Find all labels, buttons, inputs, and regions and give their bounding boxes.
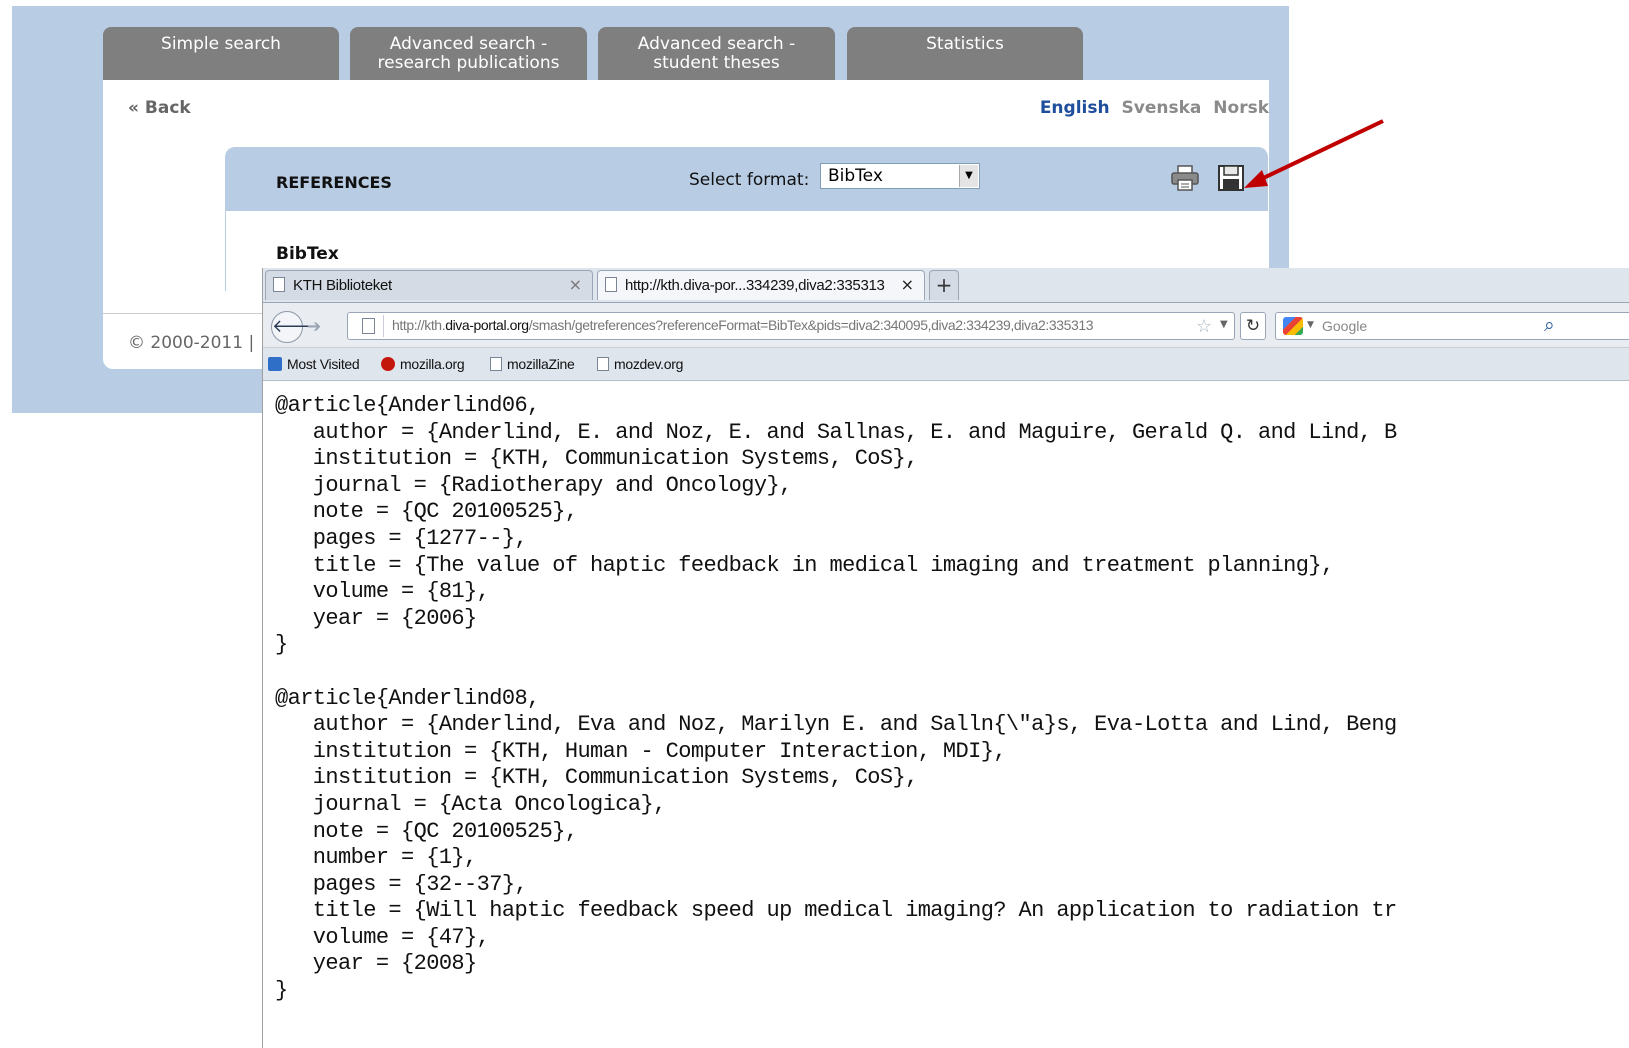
bookmark-mozilla-org[interactable]: mozilla.org [381,356,465,372]
browser-tab-label: http://kth.diva-por...334239,diva2:33531… [625,277,885,294]
navigation-toolbar: 🡐 ➔ http://kth.diva-portal.org/smash/get… [263,303,1629,348]
bookmark-mozillazine[interactable]: mozillaZine [490,356,575,372]
copyright-text: © 2000-2011 | [128,333,255,353]
search-bar[interactable]: ▼ Google ⌕ [1275,312,1629,340]
browser-tab-label: KTH Biblioteket [293,277,392,294]
new-tab-button[interactable]: + [929,270,959,300]
tab-label: Simple search [161,34,281,54]
annotation-arrow [1244,119,1384,188]
tab-label: Statistics [926,34,1004,54]
url-divider [383,315,384,337]
tab-advanced-search-research[interactable]: Advanced search - research publications [350,27,587,80]
tab-label: Advanced search - research publications [377,33,560,73]
tab-advanced-search-student[interactable]: Advanced search - student theses [598,27,835,80]
forward-arrow-icon[interactable]: ➔ [307,317,321,337]
page-icon [362,318,375,334]
star-icon[interactable]: ☆ [1196,316,1212,337]
close-tab-icon[interactable]: × [901,275,914,294]
back-link[interactable]: « Back [128,98,191,118]
bookmark-mozdev-org[interactable]: mozdev.org [597,356,683,372]
url-text[interactable]: http://kth.diva-portal.org/smash/getrefe… [392,317,1094,333]
print-icon[interactable] [1170,164,1200,192]
browser-tab-strip: KTH Biblioteket × http://kth.diva-por...… [263,268,1629,303]
magnifier-icon[interactable]: ⌕ [1544,314,1555,336]
format-select-value: BibTex [828,166,883,186]
bookmark-most-visited[interactable]: Most Visited [268,356,360,372]
footer-divider [103,313,263,314]
browser-window: KTH Biblioteket × http://kth.diva-por...… [262,268,1629,1048]
tab-label: Advanced search - student theses [637,33,796,73]
page-icon [605,277,617,292]
back-arrow-icon[interactable]: 🡐 [271,311,320,343]
google-icon[interactable] [1283,317,1303,335]
format-select[interactable]: BibTex ▼ [820,163,980,189]
browser-tab-diva-references[interactable]: http://kth.diva-por...334239,diva2:33531… [597,270,925,300]
bibtex-text: @article{Anderlind06, author = {Anderlin… [275,393,1397,1004]
most-visited-icon [268,357,282,371]
dropdown-arrow-icon[interactable]: ▼ [959,165,978,187]
search-input[interactable]: Google [1322,318,1367,334]
reload-icon[interactable]: ↻ [1240,312,1266,340]
tab-statistics[interactable]: Statistics [847,27,1083,80]
bibtex-heading: BibTex [276,244,339,264]
search-engine-dropdown-icon[interactable]: ▼ [1307,320,1314,330]
bookmarks-toolbar: Most Visited mozilla.org mozillaZine moz… [263,348,1629,381]
url-history-dropdown-icon[interactable]: ▼ [1220,319,1228,330]
browser-tab-kth-biblioteket[interactable]: KTH Biblioteket × [265,270,593,300]
page-content: @article{Anderlind06, author = {Anderlin… [263,381,1629,1048]
language-english-link[interactable]: English [1040,98,1110,118]
page-icon [273,277,285,292]
close-tab-icon[interactable]: × [569,275,582,294]
tab-simple-search[interactable]: Simple search [103,27,339,80]
select-format-label: Select format: [689,170,810,190]
mozilla-icon [381,357,395,371]
page-icon [597,357,609,371]
references-title: REFERENCES [276,173,392,192]
language-swedish-link[interactable]: Svenska [1122,98,1202,118]
url-bar[interactable]: http://kth.diva-portal.org/smash/getrefe… [347,312,1235,340]
page-icon [490,357,502,371]
